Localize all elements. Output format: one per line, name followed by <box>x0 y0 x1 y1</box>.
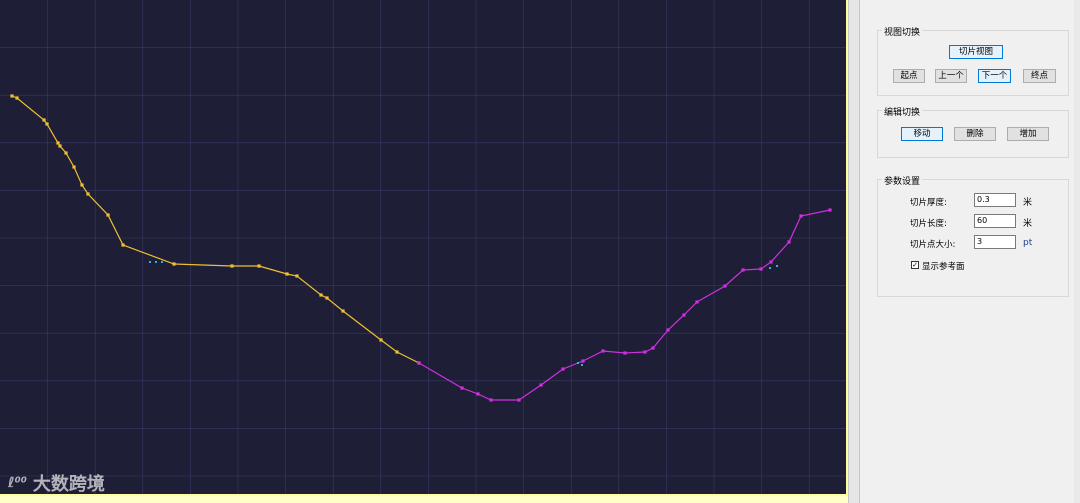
profile-segment-b-point[interactable] <box>623 351 627 355</box>
profile-segment-b-point[interactable] <box>476 392 480 396</box>
profile-segment-a-point[interactable] <box>172 262 176 266</box>
view-switch-title: 视图切换 <box>882 25 923 38</box>
profile-segment-a-point[interactable] <box>80 183 84 187</box>
profile-segment-a-point[interactable] <box>379 338 383 342</box>
move-button[interactable]: 移动 <box>901 127 943 141</box>
add-button[interactable]: 增加 <box>1007 127 1049 141</box>
viewport-bottom-border <box>0 496 848 503</box>
next-button[interactable]: 下一个 <box>978 69 1011 83</box>
length-field[interactable]: 60 <box>974 214 1016 228</box>
profile-segment-b-point[interactable] <box>517 398 521 402</box>
end-button[interactable]: 终点 <box>1023 69 1056 83</box>
panel-splitter[interactable] <box>848 0 860 503</box>
point-size-unit: pt <box>1023 238 1033 248</box>
profile-segment-a-point[interactable] <box>257 264 261 268</box>
profile-segment-b-point[interactable] <box>769 260 773 264</box>
profile-plot <box>0 0 846 494</box>
watermark: ℓ⁰⁰ 大数跨境 <box>8 470 105 496</box>
noise-point <box>161 261 163 263</box>
profile-segment-b-point[interactable] <box>561 367 565 371</box>
noise-point <box>581 364 583 366</box>
length-label: 切片长度: <box>910 219 947 229</box>
profile-segment-a-point[interactable] <box>106 213 110 217</box>
profile-segment-b-point[interactable] <box>695 300 699 304</box>
start-button[interactable]: 起点 <box>893 69 925 83</box>
profile-segment-b-point[interactable] <box>682 313 686 317</box>
edit-switch-group: 编辑切换 移动 删除 增加 <box>877 105 1069 158</box>
delete-button[interactable]: 删除 <box>954 127 996 141</box>
profile-segment-a-point[interactable] <box>58 144 62 148</box>
profile-segment-b-point[interactable] <box>666 328 670 332</box>
show-ref-plane-label[interactable]: 显示参考面 <box>922 260 965 272</box>
profile-segment-a-point[interactable] <box>86 192 90 196</box>
profile-segment-a-point[interactable] <box>45 122 49 126</box>
profile-segment-a-point[interactable] <box>72 165 76 169</box>
profile-segment-b-point[interactable] <box>723 284 727 288</box>
thickness-label: 切片厚度: <box>910 198 947 208</box>
profile-segment-a-point[interactable] <box>325 296 329 300</box>
profile-segment-b-point[interactable] <box>460 386 464 390</box>
watermark-text: 大数跨境 <box>32 474 105 495</box>
profile-segment-a-point[interactable] <box>10 94 14 98</box>
watermark-logo-icon: ℓ⁰⁰ <box>8 475 27 491</box>
profile-segment-b-point[interactable] <box>651 346 655 350</box>
point-size-field[interactable]: 3 <box>974 235 1016 249</box>
prev-button[interactable]: 上一个 <box>935 69 967 83</box>
profile-segment-a-point[interactable] <box>56 141 60 145</box>
params-title: 参数设置 <box>882 174 923 187</box>
noise-point <box>149 261 151 263</box>
profile-segment-a-line <box>11 95 420 364</box>
profile-segment-b-point[interactable] <box>581 359 585 363</box>
point-size-label: 切片点大小: <box>910 240 956 250</box>
profile-segment-b-point[interactable] <box>643 350 647 354</box>
profile-segment-b-point[interactable] <box>741 268 745 272</box>
view-switch-group: 视图切换 切片视图 起点 上一个 下一个 终点 <box>877 25 1069 96</box>
profile-segment-b-point[interactable] <box>601 349 605 353</box>
profile-segment-b-point[interactable] <box>828 208 832 212</box>
profile-segment-a-point[interactable] <box>285 272 289 276</box>
profile-segment-b-point[interactable] <box>489 398 493 402</box>
params-group: 参数设置 切片厚度: 0.3 米 切片长度: 60 米 切片点大小: 3 pt … <box>877 174 1069 297</box>
edit-switch-title: 编辑切换 <box>882 105 923 118</box>
profile-segment-b-point[interactable] <box>787 240 791 244</box>
noise-point <box>577 362 579 364</box>
profile-segment-a-point[interactable] <box>341 309 345 313</box>
profile-segment-a-point[interactable] <box>64 151 68 155</box>
profile-viewport[interactable] <box>0 0 848 496</box>
profile-segment-a-point[interactable] <box>121 243 125 247</box>
window-right-edge <box>1074 0 1080 503</box>
profile-segment-a-point[interactable] <box>295 274 299 278</box>
thickness-field[interactable]: 0.3 <box>974 193 1016 207</box>
profile-segment-b-point[interactable] <box>539 383 543 387</box>
noise-point <box>155 261 157 263</box>
noise-point <box>769 267 771 269</box>
profile-segment-b-point[interactable] <box>759 267 763 271</box>
noise-point <box>776 265 778 267</box>
profile-segment-a-point[interactable] <box>319 293 323 297</box>
profile-segment-a-point[interactable] <box>230 264 234 268</box>
profile-segment-a-point[interactable] <box>395 350 399 354</box>
slice-view-button[interactable]: 切片视图 <box>949 45 1003 59</box>
profile-segment-a-point[interactable] <box>42 118 46 122</box>
thickness-unit: 米 <box>1023 198 1033 208</box>
profile-segment-b-point[interactable] <box>799 214 803 218</box>
profile-segment-a-point[interactable] <box>15 96 19 100</box>
profile-segment-b-point[interactable] <box>417 361 421 365</box>
show-ref-plane-checkbox[interactable]: ✓ <box>911 261 919 269</box>
length-unit: 米 <box>1023 219 1033 229</box>
profile-segment-b-line <box>418 209 831 401</box>
